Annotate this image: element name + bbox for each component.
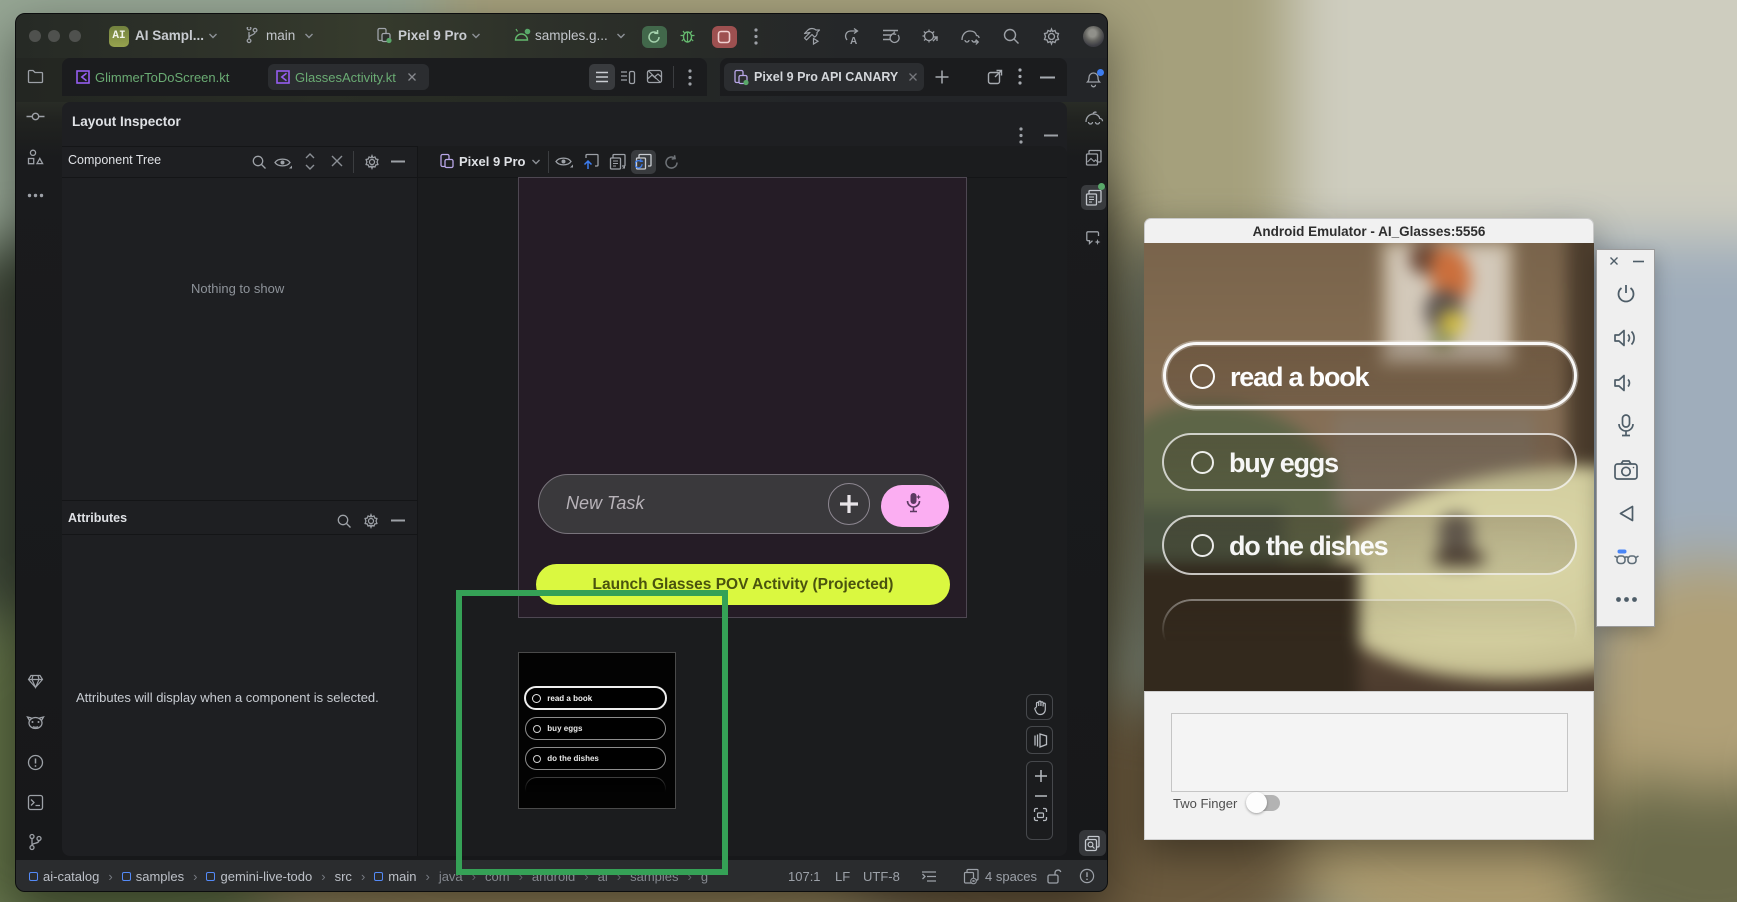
svg-text:A: A bbox=[850, 36, 857, 46]
